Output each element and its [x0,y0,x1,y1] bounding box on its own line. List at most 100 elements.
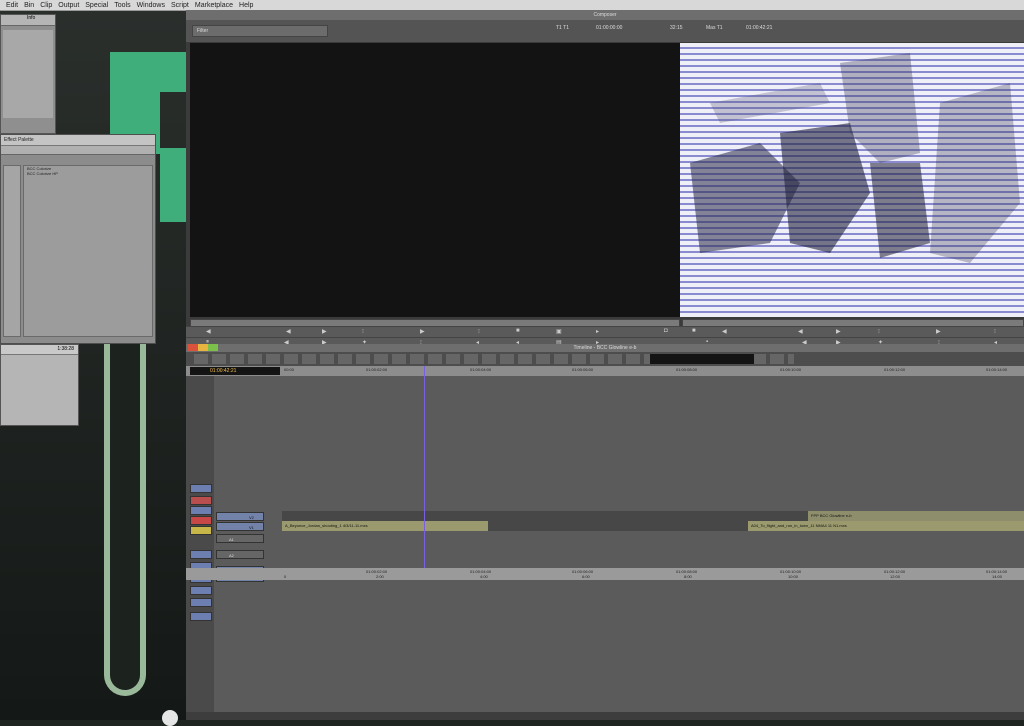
track-a2-patch[interactable]: A2 [216,550,264,559]
menu-edit[interactable]: Edit [6,2,18,9]
track-label: A1 [229,537,234,542]
ruler-label: 01:00:04:00 [470,367,492,372]
timeline-search-box[interactable] [650,354,754,364]
timeline-toolbar [186,352,1024,366]
record-step-back-button[interactable]: ◀ [798,328,803,335]
play-button[interactable]: ▶ [420,328,425,335]
record-clear-marks-button[interactable]: ⁝ [994,328,996,335]
record-monitor-frame-image [690,53,1020,263]
timeline-title: Timeline - BCC Glowline e-b [186,344,1024,352]
desktop-tube-decoration [104,340,146,696]
mark-out-button[interactable]: ⁝ [362,328,364,335]
effect-clip[interactable]: FPP BCC Glowline e-b [808,511,1024,521]
track-v1-patch[interactable]: V1 [216,522,264,531]
effect-palette-toolbar [1,145,155,155]
lift-button[interactable] [190,586,212,595]
record-timecode: 01:00:42:21 [746,25,773,31]
timeline-menu-button[interactable] [190,550,212,559]
effect-item[interactable]: BCC Colorize HP [24,171,152,176]
record-track-button[interactable] [190,496,212,505]
timeline-track-area[interactable] [214,376,1024,720]
frame-label: 0 [284,574,287,579]
record-rewind-button[interactable]: ◀ [722,328,727,335]
zoom-button[interactable] [190,598,212,607]
mark-in-button[interactable]: ◀ [206,328,211,335]
source-monitor[interactable] [190,43,680,317]
effect-list[interactable]: BCC Colorize BCC Colorize HP [23,165,153,337]
desktop-logo-shape [160,148,186,222]
timeline-playhead[interactable] [424,366,425,578]
small-monitor-duration: 1:38:28 [1,345,78,355]
menu-special[interactable]: Special [85,2,108,9]
focus-button[interactable] [190,612,212,621]
ruler-label: 01:00:14:00 [986,367,1008,372]
filter-dropdown[interactable]: Filter [192,25,328,37]
video-clip[interactable]: A04_To_flight_and_run_in_town_11 NMA4 11… [748,521,1024,531]
bin-info-tab[interactable]: Info [27,15,35,21]
frame-label: 4:00 [480,574,488,579]
video-clip[interactable]: A_Beyonce_Jordan_shooting_1 4/3/11-11.mx… [282,521,488,531]
loop-button[interactable]: ▣ [556,328,562,335]
frame-label: 10:00 [788,574,799,579]
composer-title: Composer [186,10,1024,20]
record-play-button[interactable]: ▶ [936,328,941,335]
bin-list[interactable] [3,30,53,118]
ruler-label: 00:00 [284,367,295,372]
menu-script[interactable]: Script [171,2,189,9]
timeline-view-button[interactable] [190,484,212,493]
timeline-ruler[interactable]: 01:00:42:21 00:00 01:00:02:00 01:00:04:0… [186,366,1024,376]
track-a1-patch[interactable]: A1 [216,534,264,543]
stop-button[interactable]: ■ [516,328,520,334]
go-to-out-button[interactable]: ▸ [596,328,599,335]
source-timecode: 01:00:00:00 [596,25,623,31]
timecode-track: 01:00:02:00 01:00:04:00 01:00:06:00 01:0… [186,568,1024,580]
frame-label: 2:00 [376,574,384,579]
menu-clip[interactable]: Clip [40,2,52,9]
clear-marks-button[interactable]: ⁝ [478,328,480,335]
ruler-label: 01:00:06:00 [572,367,594,372]
timeline-sidebar [186,376,214,720]
menu-output[interactable]: Output [58,2,79,9]
audio-button[interactable] [190,506,212,515]
ruler-label: 01:00:10:00 [780,367,802,372]
timeline-window: Timeline - BCC Glowline e-b 01:00:42:21 … [186,344,1024,720]
track-label: A2 [229,553,234,558]
toggle-source-record-button[interactable]: ◘ [664,328,668,334]
track-v1-filler [488,521,748,531]
window-traffic-lights[interactable] [188,344,218,351]
frame-label: 12:00 [890,574,901,579]
effect-palette-window: Effect Palette BCC Colorize BCC Colorize… [0,134,156,344]
source-track-readout: T1 T1 [556,25,569,31]
bottom-bar [186,712,1024,720]
frame-label: 14:00 [992,574,1003,579]
small-monitor-window: 1:38:28 [0,344,79,426]
bin-window: Info [0,14,56,134]
composer-window: Composer Filter T1 T1 01:00:00:00 32:15 … [186,10,1024,348]
timeline-timecode: 01:00:42:21 [190,367,280,375]
composer-info-bar: Filter T1 T1 01:00:00:00 32:15 Mas T1 01… [186,20,1024,42]
step-back-button[interactable]: ◀ [286,328,291,335]
ruler-label: 01:00:02:00 [366,367,388,372]
track-label: V2 [249,515,254,520]
menu-bin[interactable]: Bin [24,2,34,9]
menu-help[interactable]: Help [239,2,253,9]
menu-marketplace[interactable]: Marketplace [195,2,233,9]
record-mark-in-button[interactable]: ■ [692,328,696,334]
bin-header: Info [1,15,55,26]
record-mark-out-button[interactable]: ⁝ [878,328,880,335]
record-step-forward-button[interactable]: ▶ [836,328,841,335]
effect-category-list[interactable] [3,165,21,337]
menu-windows[interactable]: Windows [137,2,165,9]
ruler-label: 01:00:12:00 [884,367,906,372]
desktop-logo-shape [110,52,186,92]
track-v2-patch[interactable]: V2 [216,512,264,521]
step-forward-button[interactable]: ▶ [322,328,327,335]
menu-tools[interactable]: Tools [114,2,130,9]
effect-palette-title: Effect Palette [1,135,155,145]
yellow-marker-button[interactable] [190,526,212,535]
track-v2-filler [282,511,808,521]
monitor-controls-row-1: ◀ ◀ ▶ ⁝ ▶ ⁝ ■ ▣ ▸ ◘ ■ ◀ ◀ ▶ ⁝ ▶ ⁝ [186,326,1024,337]
record-monitor[interactable] [680,43,1024,317]
frame-label: 6:00 [582,574,590,579]
red-marker-button[interactable] [190,516,212,525]
